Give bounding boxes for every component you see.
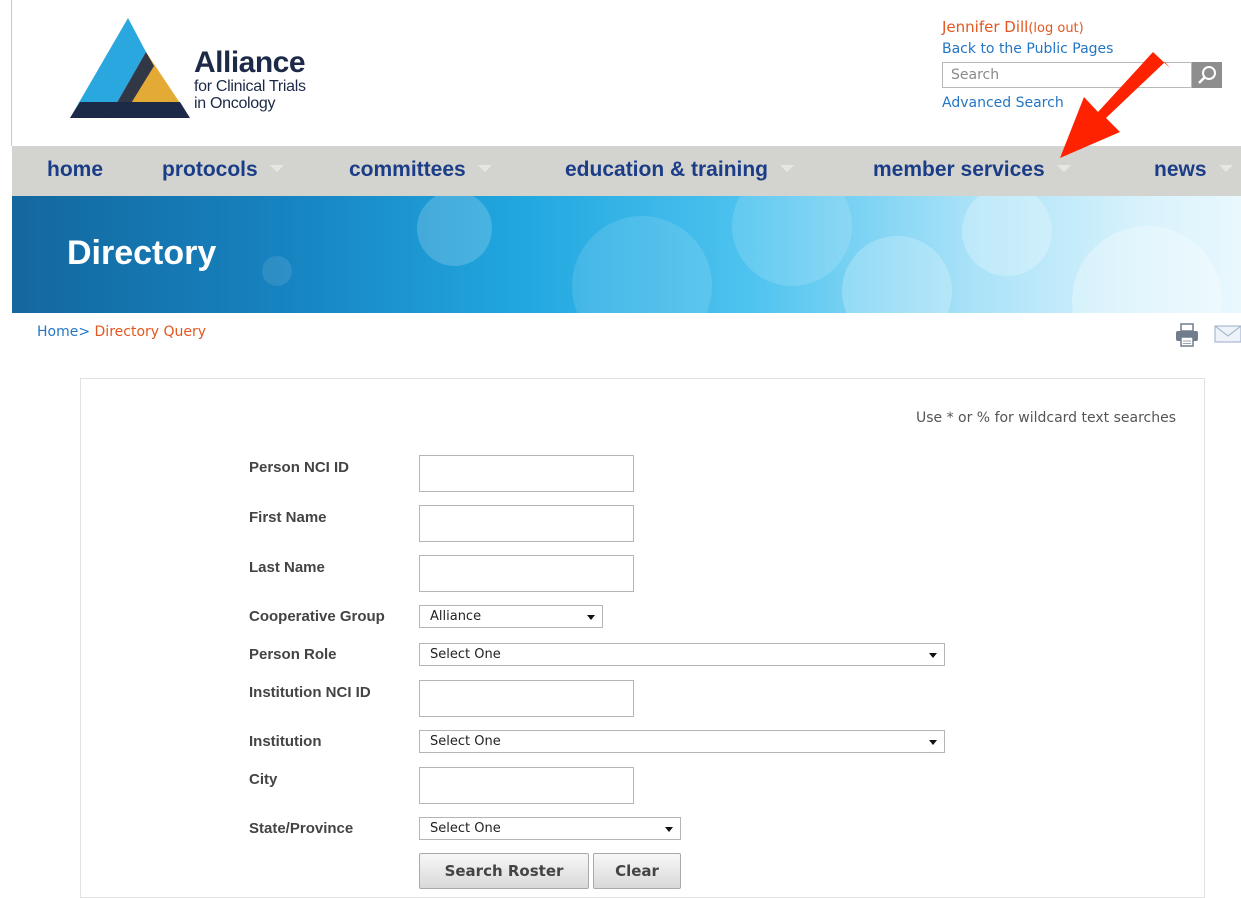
chevron-down-icon: [477, 164, 492, 172]
institution-nci-id-input[interactable]: [419, 680, 634, 717]
page-title: Directory: [67, 234, 217, 272]
breadcrumb-current: Directory Query: [94, 324, 207, 340]
person-role-label: Person Role: [249, 646, 337, 663]
person-nci-id-input[interactable]: [419, 455, 634, 492]
user-name: Jennifer Dill: [942, 18, 1029, 36]
page-left-border: [11, 0, 12, 146]
nav-label: home: [47, 158, 104, 181]
red-arrow-pointer-icon: [1060, 52, 1170, 158]
first-name-label: First Name: [249, 509, 327, 526]
nav-item-committees[interactable]: committees: [349, 158, 492, 182]
institution-value: Select One: [430, 734, 501, 749]
printer-icon[interactable]: [1174, 322, 1200, 348]
breadcrumb: Home> Directory Query: [37, 324, 206, 340]
nav-label: education & training: [565, 158, 769, 181]
institution-label: Institution: [249, 733, 322, 750]
magnifier-icon: [1198, 66, 1216, 84]
breadcrumb-separator: >: [78, 324, 95, 340]
last-name-input[interactable]: [419, 555, 634, 592]
person-role-select[interactable]: Select One: [419, 643, 945, 666]
banner-bokeh: [842, 236, 952, 313]
institution-nci-id-label: Institution NCI ID: [249, 684, 371, 701]
search-roster-button[interactable]: Search Roster: [419, 853, 589, 889]
nav-label: committees: [349, 158, 466, 181]
city-label: City: [249, 771, 278, 788]
dropdown-arrow-icon: [929, 740, 937, 745]
clear-button[interactable]: Clear: [593, 853, 681, 889]
dropdown-arrow-icon: [929, 653, 937, 658]
institution-select[interactable]: Select One: [419, 730, 945, 753]
banner-bokeh: [962, 196, 1052, 276]
logo-subtitle-2: in Oncology: [194, 95, 276, 112]
cooperative-group-label: Cooperative Group: [249, 608, 385, 625]
alliance-logo[interactable]: Alliance for Clinical Trials in Oncology: [70, 18, 340, 120]
logout-link[interactable]: (log out): [1028, 21, 1083, 36]
chevron-down-icon: [1218, 164, 1233, 172]
last-name-label: Last Name: [249, 559, 325, 576]
page-banner: Directory: [12, 196, 1241, 313]
banner-bokeh: [262, 256, 292, 286]
wildcard-hint: Use * or % for wildcard text searches: [915, 410, 1176, 426]
logo-subtitle-1: for Clinical Trials: [194, 78, 306, 95]
dropdown-arrow-icon: [665, 827, 673, 832]
logo-name: Alliance: [194, 46, 306, 79]
banner-bokeh: [417, 196, 492, 266]
envelope-icon[interactable]: [1214, 324, 1241, 344]
state-province-select[interactable]: Select One: [419, 817, 681, 840]
nav-label: member services: [873, 158, 1045, 181]
state-province-label: State/Province: [249, 820, 354, 837]
chevron-down-icon: [780, 164, 795, 172]
chevron-down-icon: [269, 164, 284, 172]
logo-text: Alliance for Clinical Trials in Oncology: [194, 46, 306, 113]
banner-bokeh: [732, 196, 852, 286]
banner-bokeh: [1072, 226, 1222, 313]
state-province-value: Select One: [430, 821, 501, 836]
first-name-input[interactable]: [419, 505, 634, 542]
person-nci-id-label: Person NCI ID: [249, 459, 350, 476]
nav-item-education-training[interactable]: education & training: [565, 158, 795, 182]
dropdown-arrow-icon: [587, 615, 595, 620]
city-input[interactable]: [419, 767, 634, 804]
breadcrumb-home-link[interactable]: Home: [37, 324, 78, 340]
nav-item-home[interactable]: home: [47, 158, 103, 182]
directory-query-panel: Use * or % for wildcard text searches Pe…: [80, 378, 1205, 898]
nav-label: protocols: [162, 158, 258, 181]
banner-bokeh: [572, 216, 712, 313]
cooperative-group-select[interactable]: Alliance: [419, 605, 603, 628]
person-role-value: Select One: [430, 647, 501, 662]
logo-triangle-icon: [70, 18, 190, 118]
nav-item-protocols[interactable]: protocols: [162, 158, 284, 182]
user-line: Jennifer Dill(log out): [942, 18, 1232, 36]
cooperative-group-value: Alliance: [430, 609, 482, 624]
search-button[interactable]: [1192, 62, 1222, 88]
